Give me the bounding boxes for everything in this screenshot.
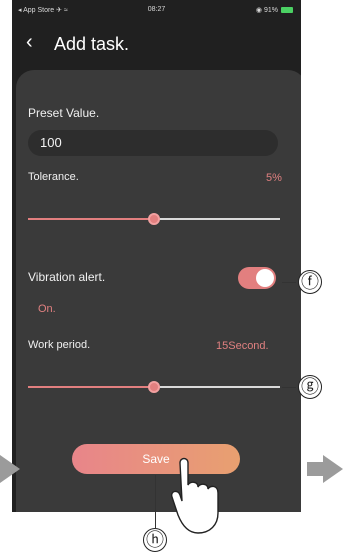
vibration-alert-toggle[interactable]	[238, 267, 276, 289]
left-arrow-icon	[0, 455, 20, 483]
callout-h: ⓗ	[143, 528, 167, 552]
toggle-knob	[256, 269, 274, 287]
work-period-slider-fill	[28, 386, 154, 388]
tolerance-value: 5%	[266, 172, 282, 184]
form-card: Preset Value. 100 Tolerance. 5% Vibratio…	[16, 70, 301, 512]
preset-value-label: Preset Value.	[28, 106, 100, 120]
vibration-state: On.	[38, 303, 56, 315]
work-period-label: Work period.	[28, 339, 91, 351]
tolerance-slider[interactable]	[28, 212, 280, 226]
callout-h-leader	[155, 475, 156, 528]
callout-g-leader	[282, 387, 296, 388]
tap-hand-icon	[170, 457, 219, 534]
right-arrow-bar	[307, 462, 323, 476]
back-chevron-icon[interactable]: ‹	[26, 32, 46, 52]
battery-icon	[281, 7, 293, 13]
callout-f: ⓕ	[298, 270, 322, 294]
app-header: ‹ Add task.	[12, 28, 301, 60]
tolerance-slider-fill	[28, 218, 154, 220]
tolerance-slider-thumb[interactable]	[148, 213, 160, 225]
right-arrow-icon	[323, 455, 343, 483]
preset-value-input[interactable]: 100	[28, 130, 278, 156]
callout-f-leader	[282, 282, 296, 283]
status-bar: ◂ App Store ✈ ≈ 08:27 ◉ 91%	[12, 0, 301, 20]
callout-g: ⓖ	[298, 375, 322, 399]
work-period-slider-thumb[interactable]	[148, 381, 160, 393]
work-period-slider[interactable]	[28, 380, 280, 394]
vibration-alert-label: Vibration alert.	[28, 270, 106, 284]
work-period-value: 15Second.	[216, 340, 269, 352]
status-battery: ◉ 91%	[256, 6, 293, 14]
battery-text: ◉ 91%	[255, 7, 278, 14]
phone-screen: ◂ App Store ✈ ≈ 08:27 ◉ 91% ‹ Add task. …	[12, 0, 301, 512]
tolerance-label: Tolerance.	[28, 171, 79, 183]
page-title: Add task.	[54, 34, 130, 54]
